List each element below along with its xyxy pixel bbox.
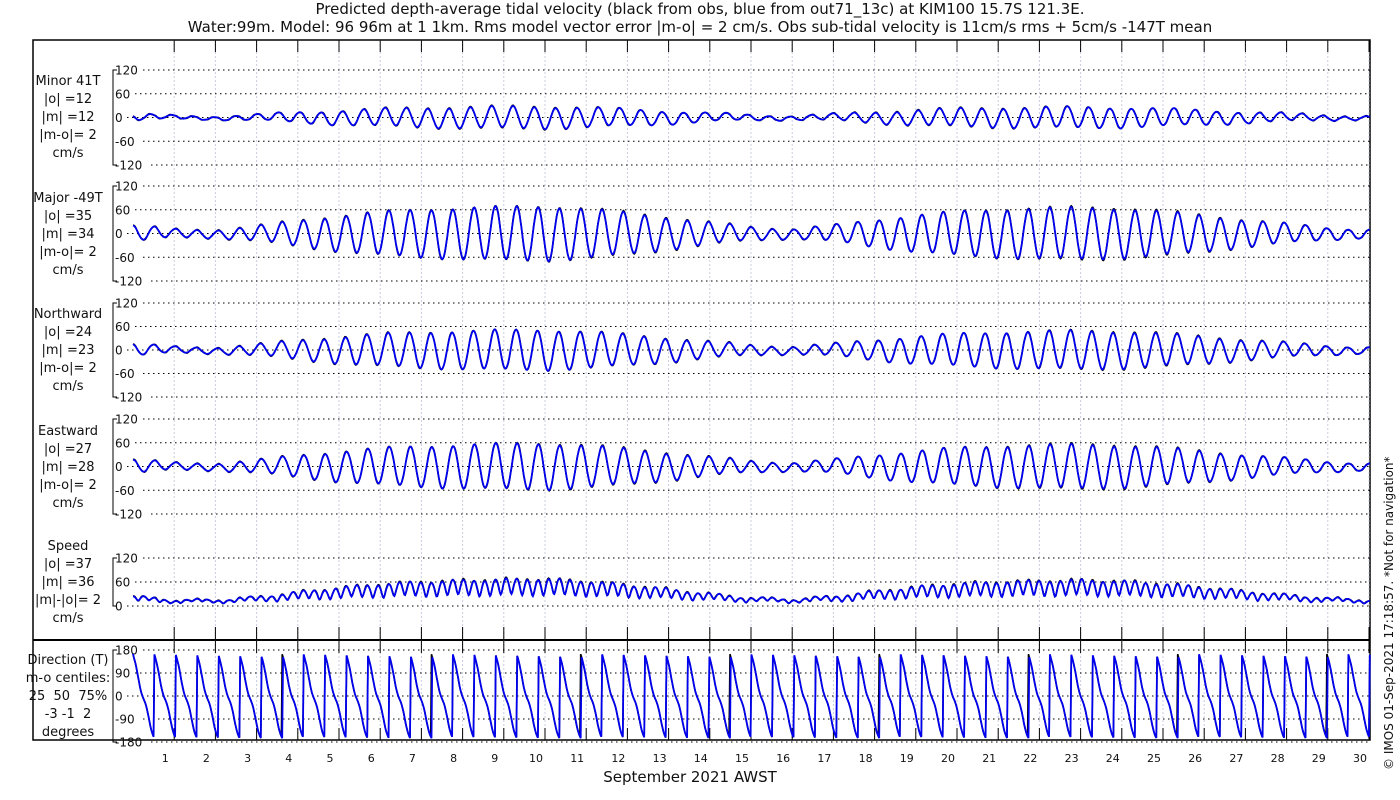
tidal-velocity-figure: Predicted depth-average tidal velocity (… xyxy=(0,0,1400,800)
x-tick-label: 27 xyxy=(1229,752,1244,765)
x-tick-label: 26 xyxy=(1188,752,1203,765)
x-tick-label: 29 xyxy=(1311,752,1326,765)
panel-label-line: |m| =34 xyxy=(41,227,95,242)
x-tick-label: 21 xyxy=(982,752,997,765)
x-tick-label: 19 xyxy=(899,752,914,765)
x-tick-label: 3 xyxy=(244,752,252,765)
panel-label-line: Speed xyxy=(47,539,89,554)
panel-label-line: Direction (T) xyxy=(27,653,109,668)
panel-label-line: m-o centiles: xyxy=(25,671,111,686)
panel-label-line: cm/s xyxy=(52,496,84,511)
panel-label-line: |o| =24 xyxy=(43,325,93,340)
x-tick-label: 7 xyxy=(408,752,416,765)
x-tick-label: 16 xyxy=(776,752,791,765)
panel-label-line: |m-o|= 2 xyxy=(39,245,97,260)
x-tick-label: 17 xyxy=(817,752,832,765)
x-tick-label: 18 xyxy=(858,752,873,765)
x-tick-label: 5 xyxy=(326,752,334,765)
x-tick-label: 12 xyxy=(611,752,626,765)
panel-label-line: |o| =35 xyxy=(43,209,93,224)
panel-label-line: -3 -1 2 xyxy=(44,707,92,722)
x-tick-label: 28 xyxy=(1270,752,1285,765)
x-tick-label: 9 xyxy=(491,752,499,765)
panel-label-line: Northward xyxy=(33,307,103,322)
x-tick-label: 10 xyxy=(529,752,543,765)
x-tick-label: 14 xyxy=(693,752,708,765)
panel-label-line: 25 50 75% xyxy=(28,689,108,704)
panel-label-line: |m| =23 xyxy=(41,343,95,358)
panel-label-line: Eastward xyxy=(37,424,99,439)
panel-label-east: Eastward |o| =27 |m| =28 |m-o|= 2 cm/s xyxy=(8,423,128,513)
panel-label-line: |o| =12 xyxy=(43,92,93,107)
panel-label-line: |m-o|= 2 xyxy=(39,478,97,493)
x-tick-label: 23 xyxy=(1064,752,1079,765)
panel-label-line: |o| =37 xyxy=(43,557,93,572)
panel-label-line: Major -49T xyxy=(33,191,103,206)
panel-label-line: |m| =12 xyxy=(41,110,95,125)
plot-area: 120600-60-120120600-60-120120600-60-1201… xyxy=(32,39,1371,750)
panel-label-direction: Direction (T) m-o centiles: 25 50 75% -3 -1… xyxy=(8,652,128,742)
x-tick-label: 25 xyxy=(1147,752,1161,765)
panel-label-north: Northward |o| =24 |m| =23 |m-o|= 2 cm/s xyxy=(8,306,128,396)
x-tick-label: 2 xyxy=(202,752,210,765)
x-tick-label: 20 xyxy=(941,752,955,765)
x-tick-label: 24 xyxy=(1105,752,1120,765)
panel-label-minor: Minor 41T |o| =12 |m| =12 |m-o|= 2 cm/s xyxy=(8,73,128,163)
x-tick-label: 11 xyxy=(570,752,585,765)
x-axis-label: September 2021 AWST xyxy=(603,768,777,786)
panel-label-line: |m-o|= 2 xyxy=(39,361,97,376)
panel-label-line: cm/s xyxy=(52,379,84,394)
panel-label-line: |o| =27 xyxy=(43,442,93,457)
panel-label-line: |m-o|= 2 xyxy=(39,128,97,143)
x-tick-label: 22 xyxy=(1023,752,1038,765)
series-model-east xyxy=(132,441,1370,492)
x-tick-label: 15 xyxy=(735,752,749,765)
x-tick-label: 8 xyxy=(450,752,458,765)
panel-label-line: cm/s xyxy=(52,611,84,626)
copyright-notice: © IMOS 01-Sep-2021 17:18:57. *Not for na… xyxy=(1382,456,1396,770)
panel-label-major: Major -49T |o| =35 |m| =34 |m-o|= 2 cm/s xyxy=(8,190,128,280)
x-tick-label: 4 xyxy=(285,752,293,765)
panel-label-line: |m|-|o|= 2 xyxy=(34,593,102,608)
panel-label-line: cm/s xyxy=(52,263,84,278)
x-tick-label: 13 xyxy=(652,752,667,765)
panel-label-line: cm/s xyxy=(52,146,84,161)
panel-label-line: Minor 41T xyxy=(35,74,101,89)
x-tick-label: 1 xyxy=(161,752,169,765)
panel-label-line: |m| =36 xyxy=(41,575,95,590)
x-tick-label: 30 xyxy=(1353,752,1367,765)
x-tick-label: 6 xyxy=(367,752,375,765)
figure-frame xyxy=(32,39,1371,741)
panel-label-speed: Speed |o| =37 |m| =36 |m|-|o|= 2 cm/s xyxy=(8,538,128,628)
series-model-direction xyxy=(132,653,1371,739)
panel-label-line: |m| =28 xyxy=(41,460,95,475)
panel-label-line: degrees xyxy=(41,725,95,740)
